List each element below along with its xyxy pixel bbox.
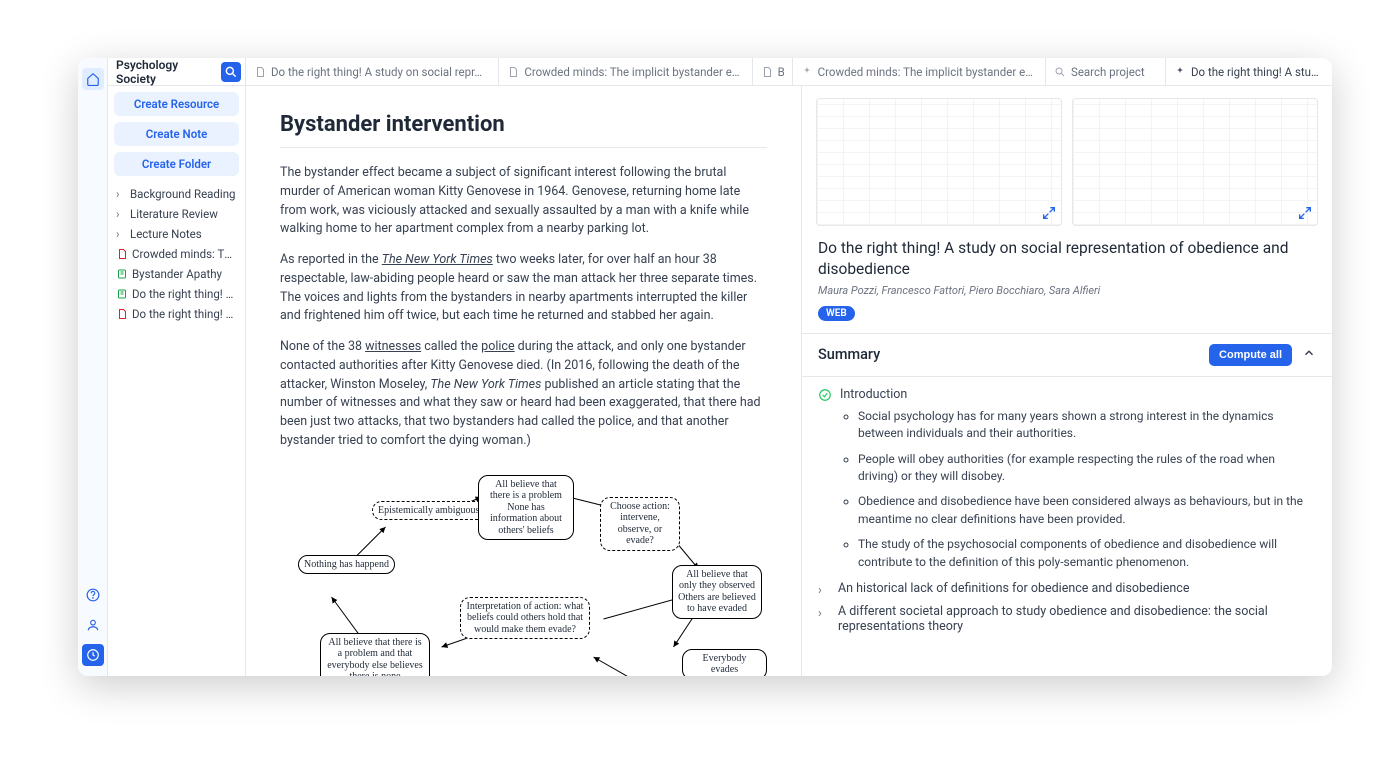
clock-icon — [86, 648, 100, 662]
flow-node: Everybody evades — [682, 649, 767, 677]
document-icon — [254, 66, 266, 78]
summary-section[interactable]: Introduction — [818, 387, 1316, 402]
history-button[interactable] — [82, 644, 104, 666]
compute-all-button[interactable]: Compute all — [1209, 344, 1292, 366]
figure-preview[interactable] — [1072, 98, 1318, 226]
tab-search[interactable]: Search project — [1046, 58, 1166, 85]
tree-folder[interactable]: ›Lecture Notes — [112, 224, 241, 244]
tree-folder[interactable]: ›Literature Review — [112, 204, 241, 224]
collapse-button[interactable] — [1302, 346, 1316, 364]
home-button[interactable] — [82, 68, 104, 90]
help-icon — [86, 588, 100, 602]
summary-bullet-list: Social psychology has for many years sho… — [858, 408, 1316, 571]
sidebar: Psychology Society Create Resource Creat… — [108, 58, 246, 676]
flow-node: All believe that there is a problem None… — [478, 475, 574, 541]
summary-body: Introduction Social psychology has for m… — [802, 377, 1332, 650]
paragraph: The bystander effect became a subject of… — [280, 164, 767, 239]
resource-title: Do the right thing! A study on social re… — [818, 238, 1316, 280]
paragraph: None of the 38 witnesses called the poli… — [280, 338, 767, 451]
user-icon — [86, 618, 100, 632]
document-icon — [507, 66, 519, 78]
chevron-right-icon: › — [116, 227, 126, 241]
tab[interactable]: Do the right thing! A study on social re… — [246, 58, 499, 85]
note-icon — [116, 288, 128, 300]
title-divider — [280, 147, 767, 148]
tree-file[interactable]: Do the right thing! A … — [112, 284, 241, 304]
sparkle-icon — [801, 66, 813, 78]
summary-section[interactable]: › A different societal approach to study… — [818, 604, 1316, 634]
create-note-button[interactable]: Create Note — [114, 122, 239, 146]
file-tree: ›Background Reading ›Literature Review ›… — [108, 182, 245, 326]
flow-node: Interpretation of action: what beliefs c… — [460, 597, 590, 640]
chevron-right-icon: › — [116, 187, 126, 201]
editor-pane: Bystander intervention The bystander eff… — [246, 86, 802, 676]
tree-file[interactable]: Crowded minds: The… — [112, 244, 241, 264]
create-resource-button[interactable]: Create Resource — [114, 92, 239, 116]
document-title: Bystander intervention — [280, 112, 767, 137]
sidebar-header: Psychology Society — [108, 58, 245, 86]
tab-bar: Do the right thing! A study on social re… — [246, 58, 1332, 86]
project-title: Psychology Society — [116, 58, 221, 86]
summary-heading: Summary — [818, 346, 880, 363]
link[interactable]: witnesses — [365, 339, 421, 354]
pdf-icon — [116, 248, 128, 260]
flow-node: Nothing has happend — [298, 555, 395, 575]
pdf-icon — [116, 308, 128, 320]
tree-folder[interactable]: ›Background Reading — [112, 184, 241, 204]
flow-node: Choose action: intervene, observe, or ev… — [600, 497, 680, 551]
search-icon — [1054, 66, 1066, 78]
summary-bullet: Social psychology has for many years sho… — [858, 408, 1316, 443]
create-folder-button[interactable]: Create Folder — [114, 152, 239, 176]
figure-preview[interactable] — [816, 98, 1062, 226]
expand-icon[interactable] — [1041, 205, 1057, 221]
document-icon — [761, 66, 773, 78]
sparkle-icon — [1174, 66, 1186, 78]
search-icon — [224, 65, 238, 79]
tab[interactable]: Do the right thing! A study on — [1166, 58, 1332, 85]
summary-bullet: People will obey authorities (for exampl… — [858, 451, 1316, 486]
chevron-right-icon: › — [116, 207, 126, 221]
chevron-right-icon: › — [818, 583, 830, 598]
tab[interactable]: Crowded minds: The implicit bystander e… — [499, 58, 752, 85]
preview-images — [802, 86, 1332, 236]
tree-file[interactable]: Bystander Apathy — [112, 264, 241, 284]
web-badge: WEB — [818, 306, 855, 321]
summary-bullet: Obedience and disobedience have been con… — [858, 493, 1316, 528]
summary-bullet: The study of the psychosocial components… — [858, 536, 1316, 571]
tree-file[interactable]: Do the right thing! A … — [112, 304, 241, 324]
left-rail — [78, 58, 108, 676]
chevron-up-icon — [1302, 346, 1316, 360]
help-button[interactable] — [82, 584, 104, 606]
summary-header: Summary Compute all — [802, 334, 1332, 377]
resource-authors: Maura Pozzi, Francesco Fattori, Piero Bo… — [818, 284, 1316, 297]
app-window: Psychology Society Create Resource Creat… — [78, 58, 1332, 676]
link[interactable]: The New York Times — [382, 252, 493, 267]
flow-node: All believe that only they observed Othe… — [672, 565, 762, 619]
detail-panel: Do the right thing! A study on social re… — [802, 86, 1332, 676]
tab[interactable]: B — [753, 58, 793, 85]
home-icon — [86, 72, 100, 86]
flow-node: All believe that there is a problem and … — [320, 633, 430, 677]
check-circle-icon — [818, 388, 832, 402]
tab[interactable]: Crowded minds: The implicit bystander e… — [793, 58, 1046, 85]
paragraph: As reported in the The New York Times tw… — [280, 251, 767, 326]
expand-icon[interactable] — [1297, 205, 1313, 221]
link[interactable]: police — [481, 339, 514, 354]
user-button[interactable] — [82, 614, 104, 636]
sidebar-search-button[interactable] — [221, 62, 241, 82]
main: Do the right thing! A study on social re… — [246, 58, 1332, 676]
chevron-right-icon: › — [818, 606, 830, 621]
note-icon — [116, 268, 128, 280]
flow-diagram: Epistemically ambiguous event All believ… — [280, 469, 767, 677]
summary-section[interactable]: › An historical lack of definitions for … — [818, 581, 1316, 598]
